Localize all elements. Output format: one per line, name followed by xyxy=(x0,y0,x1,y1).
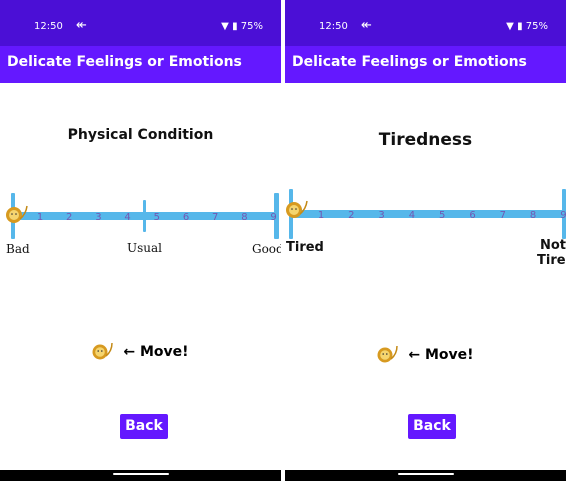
back-button[interactable]: Back xyxy=(408,414,456,439)
scale-number-8: 8 xyxy=(241,212,247,223)
scale-number-2: 2 xyxy=(66,212,72,223)
home-handle[interactable] xyxy=(397,473,454,475)
scale-number-6: 6 xyxy=(469,210,475,221)
move-text: ← Move! xyxy=(123,344,189,360)
scale-number-7: 7 xyxy=(212,212,218,223)
nav-bar xyxy=(285,470,566,481)
scale-number-8: 8 xyxy=(530,210,536,221)
scale-number-7: 7 xyxy=(500,210,506,221)
lion-marker[interactable] xyxy=(6,205,28,223)
nav-bar xyxy=(0,470,281,481)
scale-number-9: 9 xyxy=(560,210,566,221)
scale-number-1: 1 xyxy=(318,210,324,221)
battery-level: 75% xyxy=(240,21,263,32)
app-bar: Delicate Feelings or Emotions xyxy=(0,46,281,83)
scale-number-9: 9 xyxy=(270,212,276,223)
app-bar: Delicate Feelings or Emotions xyxy=(285,46,566,83)
app-title: Delicate Feelings or Emotions xyxy=(7,54,242,70)
battery-icon: ▮ xyxy=(517,21,523,32)
status-right-group: ▼ ▮ 75% xyxy=(506,21,548,32)
scale-number-5: 5 xyxy=(439,210,445,221)
lion-eye-left-icon xyxy=(11,213,13,215)
app-title: Delicate Feelings or Emotions xyxy=(292,54,527,70)
lion-face-icon xyxy=(289,205,299,215)
scale-number-2: 2 xyxy=(348,210,354,221)
lion-eye-right-icon xyxy=(15,213,17,215)
scale-label-usual: Usual xyxy=(127,241,162,255)
battery-level: 75% xyxy=(525,21,548,32)
status-time: 12:50 xyxy=(34,21,63,32)
notification-icon: ↞ xyxy=(76,18,87,33)
lion-icon xyxy=(377,345,399,363)
scale-label-good: Good xyxy=(252,242,281,256)
lion-face-icon xyxy=(9,210,19,220)
move-text: ← Move! xyxy=(408,347,474,363)
scale-number-3: 3 xyxy=(378,210,384,221)
scale-bar xyxy=(290,210,566,218)
scale-label-not-tired: Not Tired xyxy=(537,238,566,268)
scale-track[interactable]: 1 2 3 4 5 6 7 8 9 xyxy=(285,180,566,260)
wifi-icon: ▼ xyxy=(506,21,514,32)
notification-icon: ↞ xyxy=(361,18,372,33)
scale-label-tired-right: Tired xyxy=(537,253,566,268)
screen-physical-condition: 12:50 ↞ ▼ ▮ 75% Delicate Feelings or Emo… xyxy=(0,0,281,481)
battery-icon: ▮ xyxy=(232,21,238,32)
status-bar: 12:50 ↞ ▼ ▮ 75% xyxy=(285,0,566,46)
condition-title: Physical Condition xyxy=(67,127,214,143)
scale-number-5: 5 xyxy=(154,212,160,223)
tiredness-scale[interactable]: 1 2 3 4 5 6 7 8 9 Tired Not Tired xyxy=(285,180,566,268)
screen-tiredness: 12:50 ↞ ▼ ▮ 75% Delicate Feelings or Emo… xyxy=(285,0,566,481)
wifi-icon: ▼ xyxy=(221,21,229,32)
scale-label-tired: Tired xyxy=(286,240,324,255)
home-handle[interactable] xyxy=(112,473,169,475)
lion-icon xyxy=(92,342,114,360)
status-bar: 12:50 ↞ ▼ ▮ 75% xyxy=(0,0,281,46)
condition-title: Tiredness xyxy=(378,130,473,150)
scale-number-1: 1 xyxy=(37,212,43,223)
scale-label-bad: Bad xyxy=(6,242,30,256)
scale-number-6: 6 xyxy=(183,212,189,223)
move-hint: ← Move! xyxy=(285,345,566,365)
scale-number-3: 3 xyxy=(95,212,101,223)
lion-eye-left-icon xyxy=(291,208,293,210)
scale-number-4: 4 xyxy=(124,212,130,223)
status-time: 12:50 xyxy=(319,21,348,32)
scale-number-4: 4 xyxy=(409,210,415,221)
status-right-group: ▼ ▮ 75% xyxy=(221,21,263,32)
condition-scale[interactable]: 1 2 3 4 5 6 7 8 9 Bad Usual Good xyxy=(0,182,281,262)
lion-eye-right-icon xyxy=(295,208,297,210)
scale-center-line xyxy=(143,200,146,232)
back-button[interactable]: Back xyxy=(120,414,168,439)
scale-label-not: Not xyxy=(540,238,566,253)
move-hint: ← Move! xyxy=(0,342,281,362)
